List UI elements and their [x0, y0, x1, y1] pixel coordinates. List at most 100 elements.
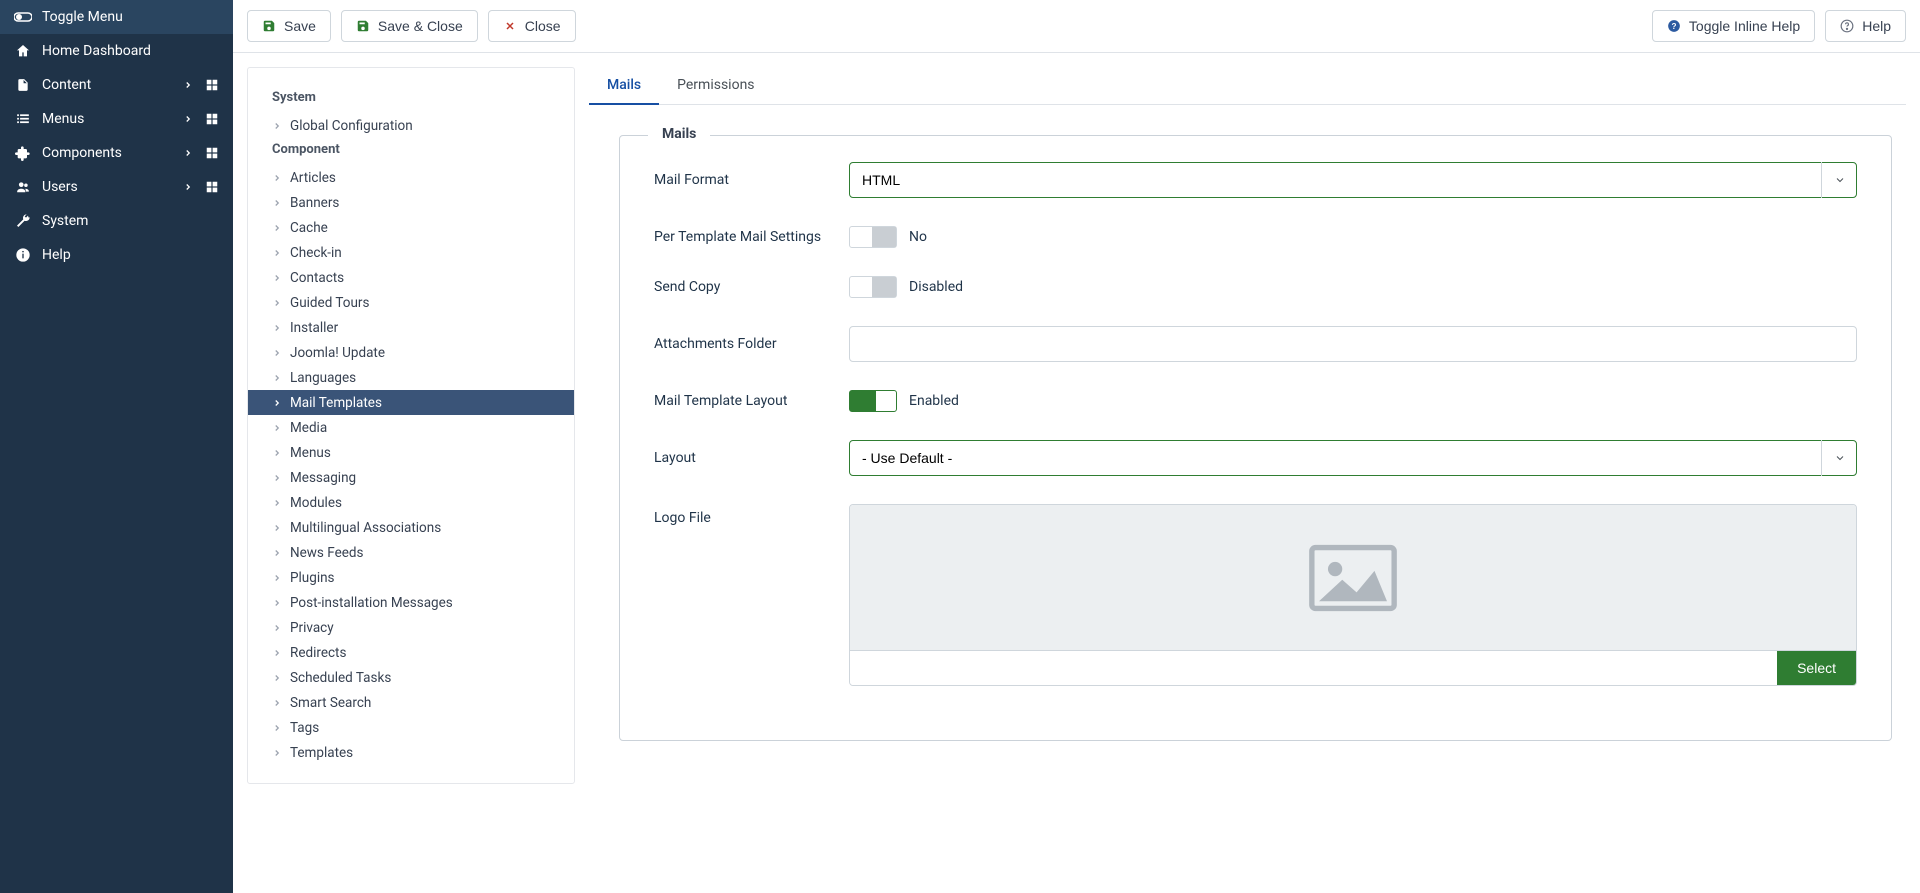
- file-icon: [14, 76, 32, 94]
- config-item-redirects[interactable]: Redirects: [248, 640, 574, 665]
- logo-select-button[interactable]: Select: [1777, 651, 1856, 685]
- config-item-label: Cache: [290, 220, 328, 236]
- question-circle-icon: ?: [1667, 19, 1681, 33]
- chevron-right-icon: [183, 182, 193, 192]
- config-item-contacts[interactable]: Contacts: [248, 265, 574, 290]
- sidebar-item-users[interactable]: Users: [0, 170, 233, 204]
- config-item-label: Mail Templates: [290, 395, 382, 411]
- chevron-right-icon: [272, 348, 286, 358]
- sidebar-item-label: Components: [42, 145, 183, 161]
- save-close-label: Save & Close: [378, 18, 463, 34]
- sidebar-item-components[interactable]: Components: [0, 136, 233, 170]
- toggle-inline-help-button[interactable]: ? Toggle Inline Help: [1652, 10, 1815, 42]
- tab-permissions[interactable]: Permissions: [659, 67, 772, 104]
- config-item-multilingual-associations[interactable]: Multilingual Associations: [248, 515, 574, 540]
- sidebar-item-home-dashboard[interactable]: Home Dashboard: [0, 34, 233, 68]
- config-item-global-configuration[interactable]: Global Configuration: [248, 113, 574, 138]
- config-item-label: Plugins: [290, 570, 335, 586]
- sidebar-item-system[interactable]: System: [0, 204, 233, 238]
- per-template-row: Per Template Mail Settings No: [654, 226, 1857, 248]
- config-item-label: News Feeds: [290, 545, 363, 561]
- chevron-right-icon: [272, 598, 286, 608]
- sidebar-item-label: Help: [42, 247, 219, 263]
- per-template-toggle[interactable]: [849, 226, 897, 248]
- dashboard-grid-icon[interactable]: [205, 78, 219, 92]
- layout-select[interactable]: - Use Default -: [849, 440, 1857, 476]
- send-copy-value: Disabled: [909, 279, 963, 295]
- config-item-messaging[interactable]: Messaging: [248, 465, 574, 490]
- attachments-input[interactable]: [849, 326, 1857, 362]
- image-placeholder-icon: [1308, 544, 1398, 612]
- help-button[interactable]: Help: [1825, 10, 1906, 42]
- close-icon: [503, 19, 517, 33]
- save-close-button[interactable]: Save & Close: [341, 10, 478, 42]
- chevron-right-icon: [272, 698, 286, 708]
- fieldset-legend: Mails: [648, 126, 710, 142]
- chevron-right-icon: [272, 223, 286, 233]
- config-item-scheduled-tasks[interactable]: Scheduled Tasks: [248, 665, 574, 690]
- config-item-label: Languages: [290, 370, 356, 386]
- toolbar-right: ? Toggle Inline Help Help: [1652, 10, 1906, 42]
- info-icon: [14, 246, 32, 264]
- config-item-label: Modules: [290, 495, 342, 511]
- chevron-right-icon: [272, 198, 286, 208]
- content-area: SystemGlobal ConfigurationComponentArtic…: [233, 53, 1920, 798]
- sidebar-item-content[interactable]: Content: [0, 68, 233, 102]
- dashboard-grid-icon[interactable]: [205, 180, 219, 194]
- logo-path-input[interactable]: [850, 651, 1777, 685]
- chevron-right-icon: [272, 623, 286, 633]
- users-icon: [14, 178, 32, 196]
- config-group-title: System: [248, 86, 574, 113]
- chevron-right-icon: [272, 573, 286, 583]
- config-item-label: Media: [290, 420, 327, 436]
- config-item-label: Guided Tours: [290, 295, 369, 311]
- sidebar-item-label: Home Dashboard: [42, 43, 219, 59]
- send-copy-toggle[interactable]: [849, 276, 897, 298]
- config-item-privacy[interactable]: Privacy: [248, 615, 574, 640]
- config-item-guided-tours[interactable]: Guided Tours: [248, 290, 574, 315]
- chevron-right-icon: [272, 748, 286, 758]
- save-label: Save: [284, 18, 316, 34]
- config-item-banners[interactable]: Banners: [248, 190, 574, 215]
- config-item-label: Check-in: [290, 245, 342, 261]
- toggle-menu-button[interactable]: Toggle Menu: [0, 0, 233, 34]
- config-item-post-installation-messages[interactable]: Post-installation Messages: [248, 590, 574, 615]
- close-button[interactable]: Close: [488, 10, 576, 42]
- config-item-cache[interactable]: Cache: [248, 215, 574, 240]
- config-item-label: Contacts: [290, 270, 344, 286]
- config-item-articles[interactable]: Articles: [248, 165, 574, 190]
- help-label: Help: [1862, 18, 1891, 34]
- config-main: Mails Permissions Mails Mail Format HTML: [575, 67, 1906, 784]
- mail-format-select[interactable]: HTML: [849, 162, 1857, 198]
- tab-mails[interactable]: Mails: [589, 67, 659, 105]
- config-item-tags[interactable]: Tags: [248, 715, 574, 740]
- config-item-modules[interactable]: Modules: [248, 490, 574, 515]
- chevron-right-icon: [272, 448, 286, 458]
- config-item-label: Multilingual Associations: [290, 520, 441, 536]
- dashboard-grid-icon[interactable]: [205, 112, 219, 126]
- config-item-plugins[interactable]: Plugins: [248, 565, 574, 590]
- config-item-news-feeds[interactable]: News Feeds: [248, 540, 574, 565]
- template-layout-row: Mail Template Layout Enabled: [654, 390, 1857, 412]
- wrench-icon: [14, 212, 32, 230]
- config-item-label: Post-installation Messages: [290, 595, 453, 611]
- home-icon: [14, 42, 32, 60]
- save-button[interactable]: Save: [247, 10, 331, 42]
- config-item-templates[interactable]: Templates: [248, 740, 574, 765]
- config-item-media[interactable]: Media: [248, 415, 574, 440]
- config-item-installer[interactable]: Installer: [248, 315, 574, 340]
- config-item-mail-templates[interactable]: Mail Templates: [248, 390, 574, 415]
- config-item-check-in[interactable]: Check-in: [248, 240, 574, 265]
- config-item-languages[interactable]: Languages: [248, 365, 574, 390]
- sidebar-item-label: Menus: [42, 111, 183, 127]
- template-layout-toggle[interactable]: [849, 390, 897, 412]
- dashboard-grid-icon[interactable]: [205, 146, 219, 160]
- sidebar-item-menus[interactable]: Menus: [0, 102, 233, 136]
- mail-format-label: Mail Format: [654, 172, 849, 188]
- config-item-joomla-update[interactable]: Joomla! Update: [248, 340, 574, 365]
- config-item-menus[interactable]: Menus: [248, 440, 574, 465]
- sidebar-item-help[interactable]: Help: [0, 238, 233, 272]
- per-template-label: Per Template Mail Settings: [654, 229, 849, 245]
- config-item-smart-search[interactable]: Smart Search: [248, 690, 574, 715]
- config-item-label: Templates: [290, 745, 353, 761]
